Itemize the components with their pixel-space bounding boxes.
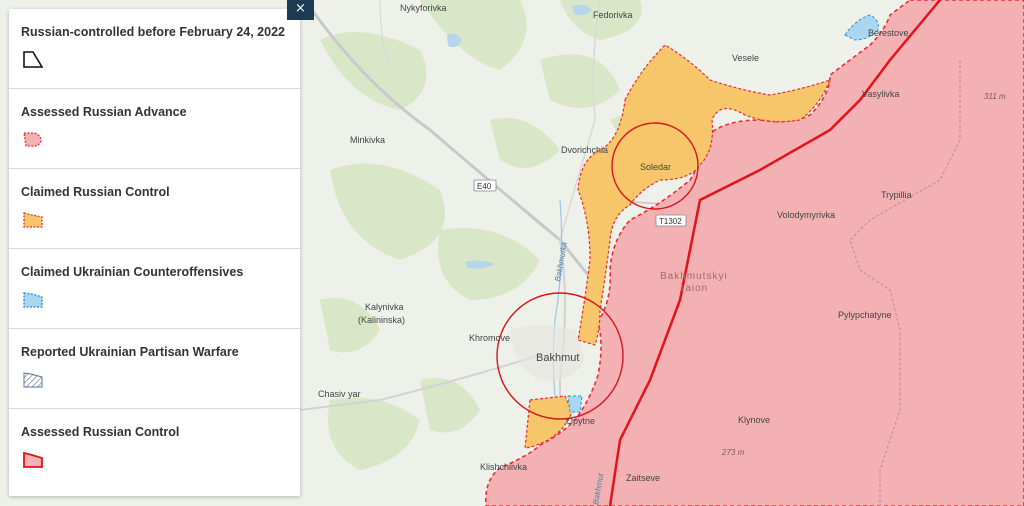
legend-label: Reported Ukrainian Partisan Warfare: [21, 345, 239, 359]
label-raion-line1: Bakhmutskyi: [660, 271, 728, 282]
label-soledar: Soledar: [640, 162, 671, 172]
legend-swatch-claimed-russian-icon: [23, 212, 43, 228]
label-bakhmut: Bakhmut: [536, 352, 579, 364]
label-fedorivka: Fedorivka: [593, 10, 633, 20]
label-volodymyrivka: Volodymyrivka: [777, 210, 835, 220]
legend-item-partisan-warfare: Reported Ukrainian Partisan Warfare: [9, 329, 300, 409]
label-elevation-273: 273 m: [721, 448, 745, 457]
label-klynove: Klynove: [738, 415, 770, 425]
label-dvorichchia: Dvorichchia: [561, 145, 608, 155]
legend-swatch-ukrainian-counteroffensive-icon: [23, 292, 43, 308]
legend-swatch-assessed-russian-control-icon: [23, 451, 43, 468]
label-berestove: Berestove: [868, 28, 909, 38]
label-khromove: Khromove: [469, 333, 510, 343]
legend-panel: Russian-controlled before February 24, 2…: [9, 9, 300, 496]
label-chasiv-yar: Chasiv yar: [318, 389, 361, 399]
road-shield-t1302: T1302: [655, 214, 687, 227]
legend-label: Claimed Ukrainian Counteroffensives: [21, 265, 244, 279]
legend-label: Russian-controlled before February 24, 2…: [21, 25, 285, 39]
legend-item-pre-2022: Russian-controlled before February 24, 2…: [9, 9, 300, 89]
legend-item-assessed-advance: Assessed Russian Advance: [9, 89, 300, 169]
svg-text:T1302: T1302: [659, 217, 682, 226]
label-raion-line2: raion: [681, 283, 708, 294]
label-vesele: Vesele: [732, 53, 759, 63]
label-pylypchatyne: Pylypchatyne: [838, 310, 892, 320]
legend-label: Claimed Russian Control: [21, 185, 170, 199]
svg-text:E40: E40: [477, 182, 492, 191]
label-zaitseve: Zaitseve: [626, 473, 660, 483]
legend-item-assessed-russian-control: Assessed Russian Control: [9, 409, 300, 489]
ukrainian-counteroffensive-area-2: [567, 395, 583, 413]
label-opytne: Opytne: [566, 416, 595, 426]
label-trypillia: Trypillia: [881, 190, 912, 200]
legend-swatch-assessed-advance-icon: [23, 132, 42, 147]
label-elevation-311: 311 m: [984, 92, 1006, 101]
label-kalynivka: Kalynivka: [365, 302, 404, 312]
legend-item-ukrainian-counteroffensive: Claimed Ukrainian Counteroffensives: [9, 249, 300, 329]
road-shield-e40: E40: [473, 179, 497, 192]
legend-item-claimed-russian: Claimed Russian Control: [9, 169, 300, 249]
label-minkivka: Minkivka: [350, 135, 385, 145]
label-kalininska: (Kalininska): [358, 315, 405, 325]
legend-close-button[interactable]: ×: [287, 0, 314, 20]
legend-swatch-partisan-warfare-icon: [23, 372, 43, 388]
label-klishchiivka: Klishchiivka: [480, 462, 527, 472]
legend-label: Assessed Russian Advance: [21, 105, 187, 119]
label-vasylivka: Vasylivka: [862, 89, 899, 99]
legend-swatch-pre-2022-icon: [23, 51, 44, 68]
legend-label: Assessed Russian Control: [21, 425, 180, 439]
label-nykyforivka: Nykyforivka: [400, 3, 447, 13]
